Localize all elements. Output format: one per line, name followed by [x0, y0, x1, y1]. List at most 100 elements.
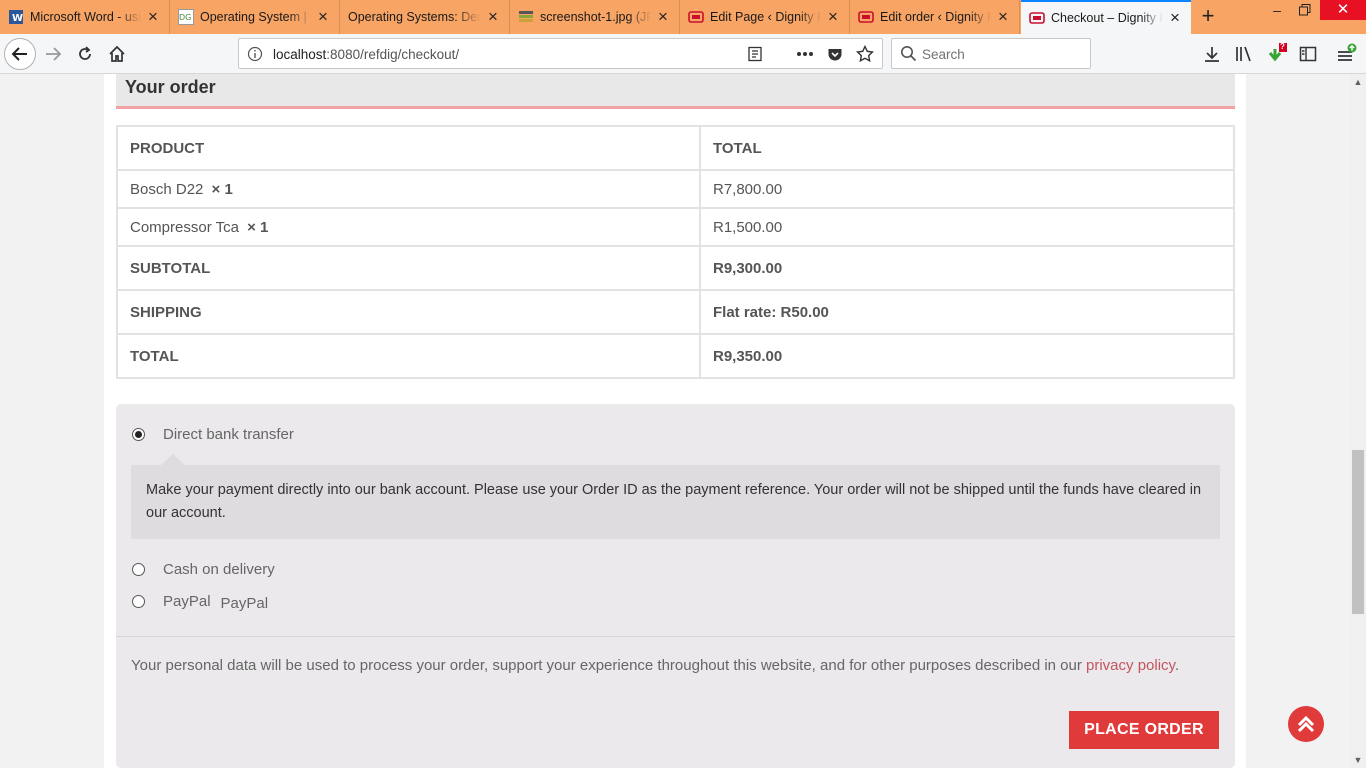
paypal-logo: PayPal — [220, 595, 269, 612]
order-total-value: R9,350.00 — [699, 333, 1235, 379]
shipping-row: SHIPPING Flat rate: R50.00 — [116, 289, 1235, 335]
extension-download-icon[interactable]: ? — [1265, 42, 1287, 65]
svg-text:DG: DG — [179, 13, 191, 22]
minimize-button[interactable]: – — [1262, 0, 1292, 24]
dignity-site-icon — [858, 9, 874, 25]
image-file-icon — [518, 9, 534, 25]
place-order-button[interactable]: PLACE ORDER — [1069, 711, 1219, 749]
cart-item-total: R7,800.00 — [699, 169, 1235, 209]
column-header-total: TOTAL — [699, 125, 1235, 171]
menu-icon[interactable] — [1336, 43, 1358, 65]
tab-operating-system-blog[interactable]: DG Operating System | Bl × — [170, 0, 340, 34]
downloads-icon[interactable] — [1201, 43, 1223, 65]
search-input[interactable] — [922, 45, 1082, 63]
table-header-row: PRODUCT TOTAL — [116, 125, 1235, 171]
shipping-value: Flat rate: R50.00 — [699, 289, 1235, 335]
search-icon — [901, 46, 917, 62]
cod-radio[interactable] — [132, 563, 145, 576]
subtotal-label: SUBTOTAL — [116, 245, 701, 291]
close-tab-icon[interactable]: × — [315, 8, 331, 25]
tab-edit-order[interactable]: Edit order ‹ Dignity Re × — [850, 0, 1020, 34]
page-viewport: Your order PRODUCT TOTAL Bosch D22 × 1 R… — [0, 74, 1350, 768]
home-icon — [109, 45, 125, 62]
close-tab-icon[interactable]: × — [825, 8, 841, 25]
dg-site-icon: DG — [178, 9, 194, 25]
cart-item-quantity: × 1 — [247, 218, 269, 236]
url-text[interactable]: localhost:8080/refdig/checkout/ — [273, 47, 459, 62]
chevron-up-icon — [1297, 715, 1315, 733]
restore-button[interactable] — [1290, 0, 1320, 24]
scroll-up-arrow-icon[interactable]: ▲ — [1350, 74, 1366, 90]
order-review-heading: Your order — [116, 74, 1235, 109]
close-tab-icon[interactable]: × — [485, 8, 501, 25]
bacs-radio[interactable] — [132, 428, 145, 441]
close-tab-icon[interactable]: × — [995, 8, 1011, 25]
order-total-label: TOTAL — [116, 333, 701, 379]
payment-method-bacs[interactable]: Direct bank transfer — [132, 426, 294, 443]
divider — [116, 636, 1235, 637]
page-actions-icon[interactable] — [796, 45, 814, 63]
dignity-site-icon — [688, 9, 704, 25]
notification-badge: ? — [1280, 42, 1285, 51]
cart-item-name: Compressor Tca × 1 — [116, 207, 701, 247]
tab-strip: W Microsoft Word - using × DG Operating … — [0, 0, 1366, 34]
library-icon[interactable] — [1233, 43, 1255, 65]
page-title: Your order — [125, 77, 216, 97]
word-icon: W — [8, 9, 24, 25]
subtotal-value: R9,300.00 — [699, 245, 1235, 291]
checkout-page: Your order PRODUCT TOTAL Bosch D22 × 1 R… — [104, 74, 1246, 768]
privacy-policy-link[interactable]: privacy policy — [1086, 657, 1175, 674]
payment-method-paypal[interactable]: PayPal PayPal — [132, 593, 269, 612]
back-arrow-icon — [11, 47, 27, 61]
column-header-product: PRODUCT — [116, 125, 701, 171]
forward-button[interactable] — [38, 39, 68, 69]
payment-method-cod[interactable]: Cash on delivery — [132, 561, 275, 578]
bookmark-star-icon[interactable] — [856, 45, 874, 63]
bacs-description-box: Make your payment directly into our bank… — [131, 454, 1220, 539]
svg-text:W: W — [12, 13, 23, 24]
tab-checkout[interactable]: Checkout – Dignity Re × — [1021, 0, 1191, 34]
tab-operating-systems-deadlock[interactable]: Operating Systems: Deadl × — [340, 0, 510, 34]
close-tab-icon[interactable]: × — [1167, 9, 1183, 26]
paypal-radio[interactable] — [132, 595, 145, 608]
payment-method-label: PayPal — [163, 593, 211, 610]
reload-icon — [79, 46, 91, 60]
scroll-to-top-button[interactable] — [1288, 706, 1324, 742]
scrollbar-thumb[interactable] — [1352, 450, 1364, 614]
forward-arrow-icon — [46, 47, 62, 61]
back-button[interactable] — [4, 38, 36, 70]
reload-button[interactable] — [70, 39, 100, 69]
payment-method-label: Cash on delivery — [163, 561, 275, 578]
navigation-toolbar: localhost:8080/refdig/checkout/ ? — [0, 34, 1366, 74]
payment-method-label: Direct bank transfer — [163, 426, 294, 443]
shipping-label: SHIPPING — [116, 289, 701, 335]
tab-word-document[interactable]: W Microsoft Word - using × — [0, 0, 170, 34]
tab-screenshot-jpg[interactable]: screenshot-1.jpg (JPEG × — [510, 0, 680, 34]
pocket-icon[interactable] — [826, 45, 844, 63]
scroll-down-arrow-icon[interactable]: ▼ — [1350, 752, 1366, 768]
privacy-notice: Your personal data will be used to proce… — [131, 657, 1180, 674]
close-tab-icon[interactable]: × — [655, 8, 671, 25]
subtotal-row: SUBTOTAL R9,300.00 — [116, 245, 1235, 291]
dignity-site-icon — [1029, 10, 1045, 26]
table-row: Bosch D22 × 1 R7,800.00 — [116, 169, 1235, 209]
bacs-description: Make your payment directly into our bank… — [146, 482, 1202, 521]
table-row: Compressor Tca × 1 R1,500.00 — [116, 207, 1235, 247]
cart-item-name: Bosch D22 × 1 — [116, 169, 701, 209]
home-button[interactable] — [102, 39, 132, 69]
url-bar[interactable]: localhost:8080/refdig/checkout/ — [238, 38, 883, 69]
new-tab-button[interactable]: + — [1196, 5, 1220, 29]
cart-item-quantity: × 1 — [211, 180, 233, 198]
cart-item-total: R1,500.00 — [699, 207, 1235, 247]
info-icon[interactable] — [247, 46, 263, 62]
search-bar[interactable] — [891, 38, 1091, 69]
tab-edit-page[interactable]: Edit Page ‹ Dignity Re × — [680, 0, 850, 34]
payment-section: Direct bank transfer Make your payment d… — [116, 404, 1235, 768]
order-review-table: PRODUCT TOTAL Bosch D22 × 1 R7,800.00 Co… — [116, 125, 1235, 379]
close-window-button[interactable]: ✕ — [1320, 0, 1366, 20]
close-tab-icon[interactable]: × — [145, 8, 161, 25]
vertical-scrollbar[interactable]: ▲ ▼ — [1350, 74, 1366, 768]
order-total-row: TOTAL R9,350.00 — [116, 333, 1235, 379]
sidebar-toggle-icon[interactable] — [1297, 43, 1319, 65]
reader-view-icon[interactable] — [746, 45, 764, 63]
